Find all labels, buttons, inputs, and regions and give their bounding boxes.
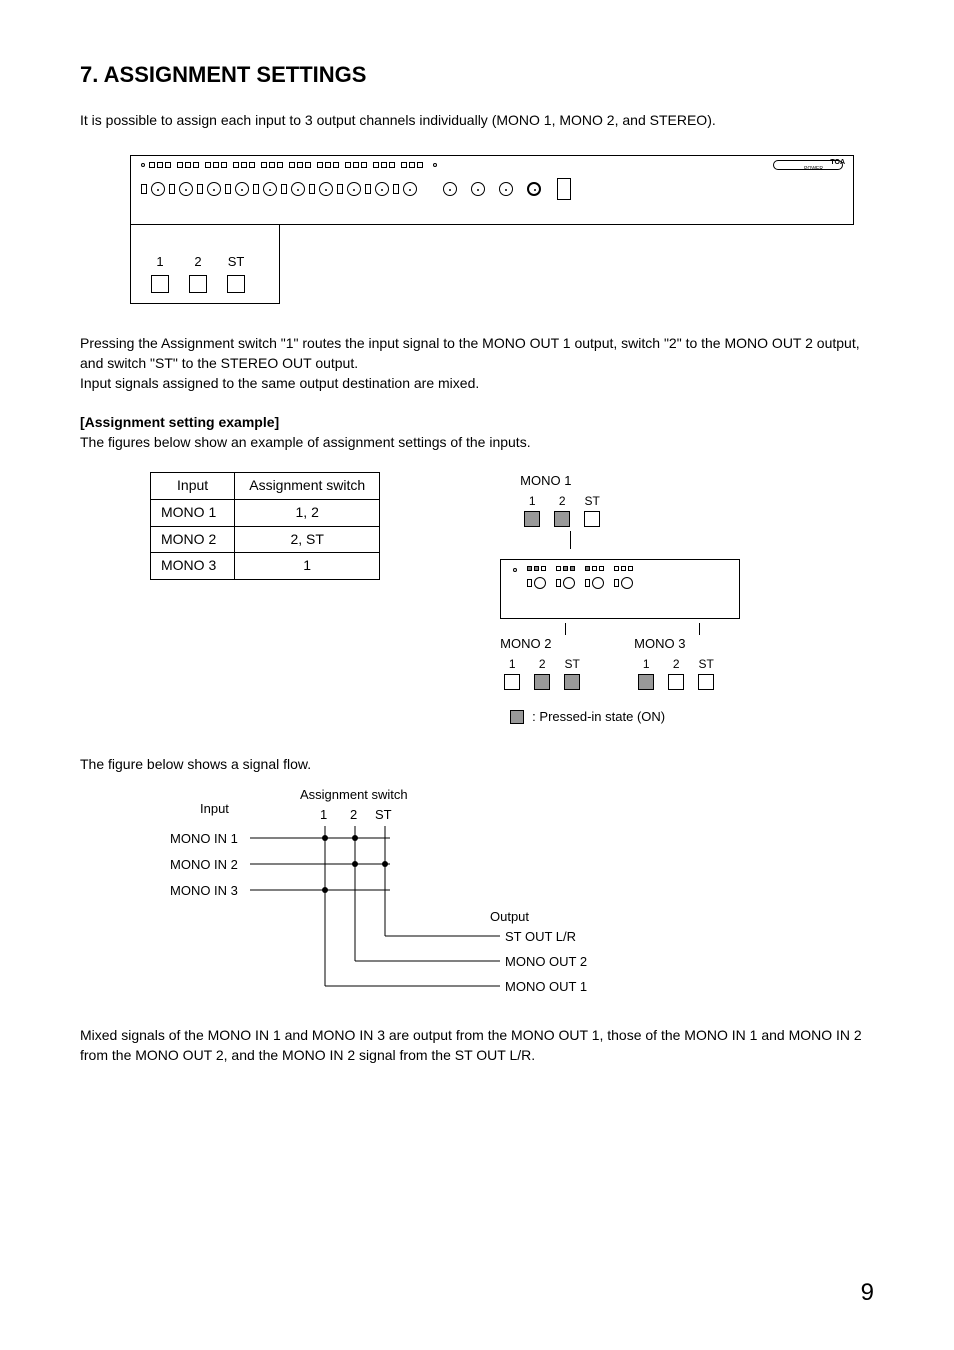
flow-output-label: Output [490,908,529,926]
example-text: The figures below show an example of ass… [80,433,874,453]
mono3-swst [698,674,714,690]
flow-input-label: Input [200,800,229,818]
mono1-swst [584,511,600,527]
callout-st-label: ST [227,253,245,271]
mono1-sw2 [554,511,570,527]
panel-knob-row [141,178,843,200]
signal-flow-diagram: Input Assignment switch 1 2 ST MONO IN 1… [160,786,680,1006]
table-row: MONO 11, 2 [151,499,380,526]
mono1-label: MONO 1 [520,472,650,490]
panel-switch-row [141,160,843,170]
switch-1-box [151,275,169,293]
assignment-table: Input Assignment switch MONO 11, 2 MONO … [150,472,380,579]
mono2-sw2 [534,674,550,690]
mono3-sw2 [668,674,684,690]
mono2-swst [564,674,580,690]
led-icon [141,163,145,167]
page-number: 9 [861,1276,874,1310]
footer-paragraph: Mixed signals of the MONO IN 1 and MONO … [80,1026,874,1065]
mono2-sw1 [504,674,520,690]
legend-pressed-icon [510,710,524,724]
mono3-sw1 [638,674,654,690]
flow-assign-label: Assignment switch [300,786,408,804]
table-row: MONO 22, ST [151,526,380,553]
legend-text: : Pressed-in state (ON) [532,708,665,726]
device-panel-figure: TOA POWER [130,155,854,304]
paragraph-mixed: Input signals assigned to the same outpu… [80,374,874,394]
switch-st-box [227,275,245,293]
page-title: 7. ASSIGNMENT SETTINGS [80,60,874,91]
mono3-label: MONO 3 [634,635,764,653]
intro-text: It is possible to assign each input to 3… [80,111,874,131]
table-row: Input Assignment switch [151,473,380,500]
flow-heading: The figure below shows a signal flow. [80,755,874,775]
th-switch: Assignment switch [235,473,380,500]
switch-state-diagram: MONO 1 1 2 ST [500,472,760,726]
display-icon [773,160,843,170]
mono2-label: MONO 2 [500,635,630,653]
callout-1-label: 1 [151,253,169,271]
example-heading: [Assignment setting example] [80,413,874,433]
table-row: MONO 31 [151,553,380,580]
mono1-sw1 [524,511,540,527]
device-panel: TOA POWER [130,155,854,225]
callout-2-label: 2 [189,253,207,271]
paragraph-routing: Pressing the Assignment switch "1" route… [80,334,874,373]
callout-switch-group: 1 2 ST [130,224,280,304]
th-input: Input [151,473,235,500]
switch-2-box [189,275,207,293]
led-icon [433,163,437,167]
mid-panel [500,559,740,619]
